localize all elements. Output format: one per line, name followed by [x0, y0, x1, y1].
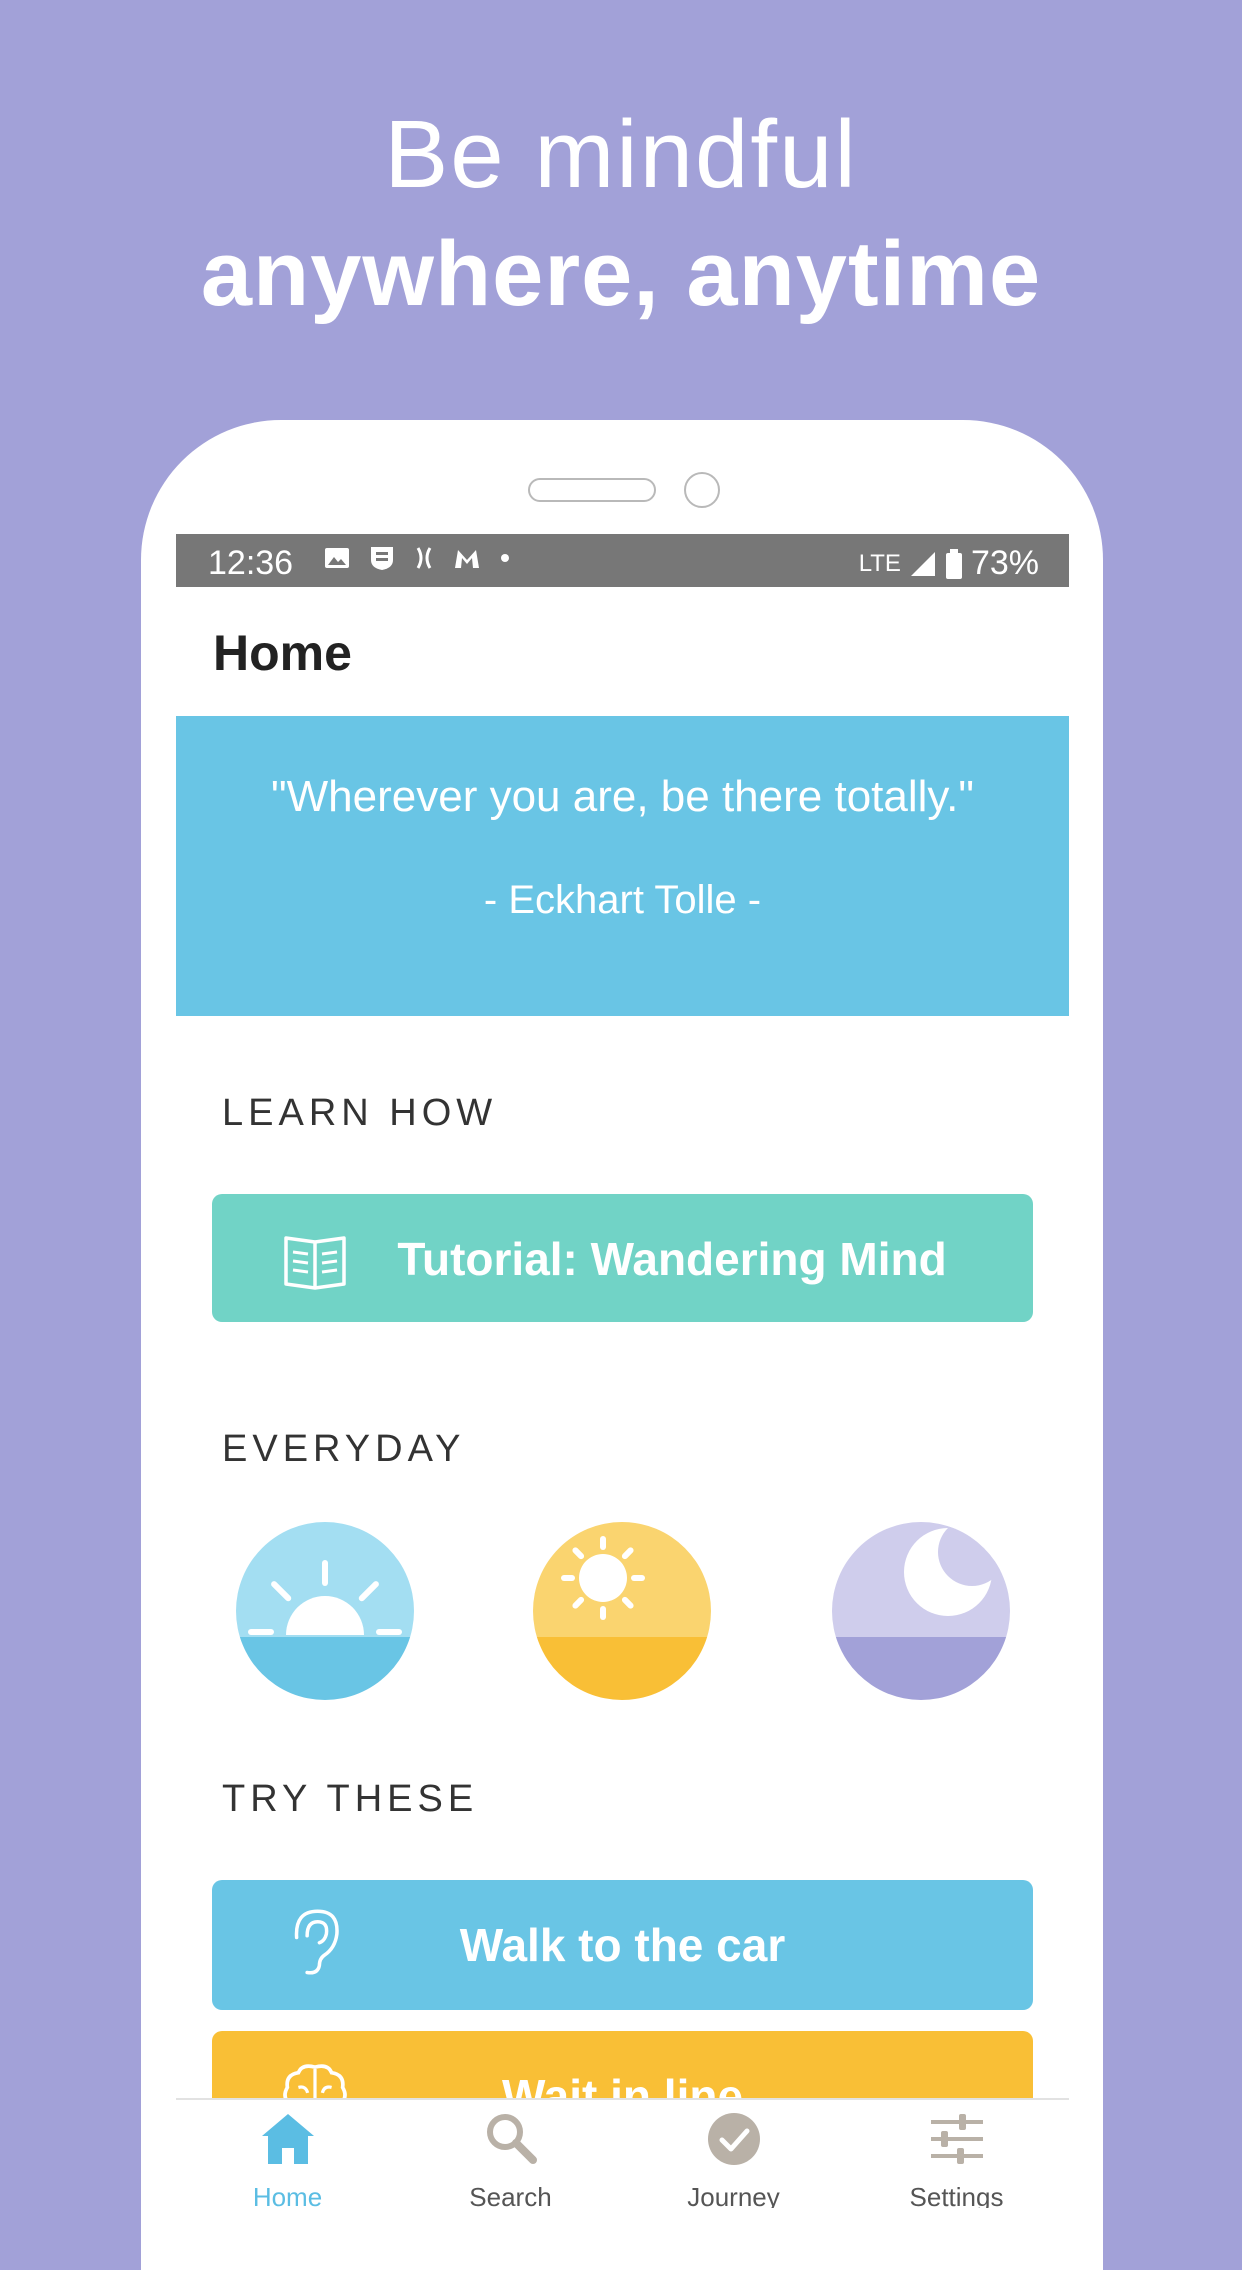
tab-search[interactable]: Search [399, 2100, 622, 2208]
section-learn-how: LEARN HOW [222, 1092, 498, 1134]
status-bar: 12:36 LTE 73% [176, 534, 1069, 587]
sun-icon [533, 1522, 711, 1700]
tab-home-label: Home [252, 2182, 323, 2208]
search-icon [487, 2114, 537, 2164]
signal-icon [910, 551, 935, 576]
morning-button[interactable] [236, 1522, 414, 1700]
tab-search-label: Search [469, 2182, 552, 2208]
battery-icon [945, 548, 962, 579]
battery-percent: 73% [970, 544, 1039, 582]
phone-camera [684, 472, 720, 508]
evening-button[interactable] [832, 1522, 1010, 1700]
page-title: Home [213, 625, 352, 681]
tutorial-button-label: Tutorial: Wandering Mind [397, 1233, 947, 1285]
image-icon [325, 548, 349, 568]
walk-to-car-label: Walk to the car [459, 1919, 786, 1971]
shield-badge-icon [371, 547, 393, 570]
status-time: 12:36 [208, 544, 294, 582]
tutorial-button[interactable]: Tutorial: Wandering Mind [212, 1194, 1033, 1322]
quote-author: - Eckhart Tolle - [483, 878, 762, 922]
moon-icon [832, 1522, 1010, 1700]
phone-speaker [528, 478, 656, 502]
sliders-icon [931, 2114, 983, 2164]
bottom-tab-bar: Home Search Journey Settings [176, 2098, 1069, 2208]
tab-home[interactable]: Home [176, 2100, 399, 2208]
network-type: LTE [858, 549, 901, 577]
home-icon [262, 2114, 314, 2164]
quote-text: "Wherever you are, be there totally." [271, 772, 974, 821]
section-everyday: EVERYDAY [222, 1428, 466, 1470]
checkmark-icon [708, 2113, 760, 2165]
promo-headline-line2: anywhere, anytime [200, 223, 1042, 325]
walk-to-car-button[interactable]: Walk to the car [212, 1880, 1033, 2010]
tab-settings[interactable]: Settings [845, 2100, 1068, 2208]
malwarebytes-icon [455, 550, 479, 568]
section-try-these: TRY THESE [222, 1778, 479, 1820]
status-right: LTE 73% [859, 544, 1039, 583]
notification-icons [324, 544, 510, 572]
phone-screen: 12:36 LTE 73% Home "Wherever you are, be… [176, 534, 1069, 2208]
sunrise-icon [236, 1522, 414, 1700]
tab-journey[interactable]: Journey [622, 2100, 845, 2208]
afternoon-button[interactable] [533, 1522, 711, 1700]
quote-card: "Wherever you are, be there totally." - … [176, 716, 1069, 1016]
bracket-icon [416, 547, 432, 569]
tab-journey-label: Journey [687, 2182, 780, 2208]
tab-settings-label: Settings [909, 2182, 1004, 2208]
dot-icon [501, 554, 509, 562]
promo-headline-line1: Be mindful [384, 101, 858, 208]
